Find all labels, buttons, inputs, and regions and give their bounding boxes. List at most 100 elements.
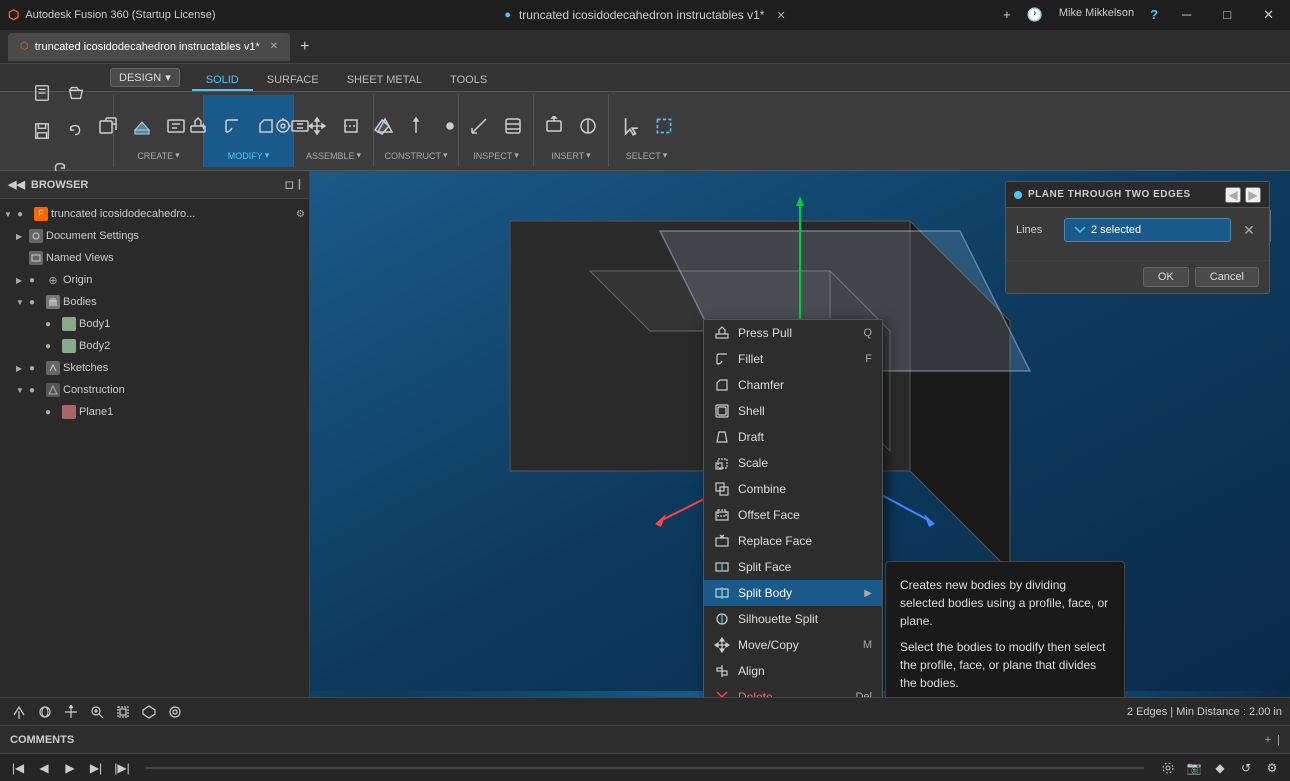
insert-decal-btn[interactable] [572,108,604,144]
modify-press-pull-btn[interactable] [182,108,214,144]
menu-item-shell[interactable]: Shell [704,398,882,424]
plane-lines-close-btn[interactable]: ✕ [1239,220,1259,240]
body2-eye-icon[interactable]: ● [45,341,59,352]
origin-eye-icon[interactable]: ● [29,275,43,286]
menu-item-fillet[interactable]: Fillet F [704,346,882,372]
comments-panel-btn[interactable]: | [1277,734,1280,746]
timeline-keyframe-btn[interactable]: ◆ [1210,758,1230,778]
timeline-gear-btn[interactable]: ⚙ [1262,758,1282,778]
plane-lines-select[interactable]: 2 selected [1064,218,1231,242]
assemble-section-btn[interactable] [335,108,367,144]
timeline-start-btn[interactable]: |◀ [8,758,28,778]
timeline-end-btn[interactable]: |▶| [112,758,132,778]
root-settings-icon[interactable]: ⚙ [296,209,305,220]
minimize-btn[interactable]: ─ [1174,7,1199,23]
plane1-eye-icon[interactable]: ● [45,407,59,418]
create-new-body-btn[interactable] [92,108,124,144]
sketches-eye-icon[interactable]: ● [29,363,43,374]
home-view-btn[interactable] [8,701,30,723]
insert-canvas-btn[interactable] [538,108,570,144]
help-btn[interactable]: ? [1150,7,1158,23]
create-extrude-btn[interactable] [126,108,158,144]
tab-close[interactable]: ✕ [270,41,278,52]
menu-item-replace-face[interactable]: Replace Face [704,528,882,554]
panel-next-btn[interactable]: ▶ [1245,187,1261,203]
timeline-track[interactable] [146,767,1144,769]
menu-item-align[interactable]: Align [704,658,882,684]
new-btn[interactable] [26,75,58,111]
tab-sheet-metal[interactable]: SHEET METAL [333,71,436,91]
browser-item-origin[interactable]: ▶ ● ⊕ Origin [0,269,309,291]
tab-tools[interactable]: TOOLS [436,71,501,91]
assemble-joint-btn[interactable] [267,108,299,144]
zoom-btn[interactable] [86,701,108,723]
browser-item-plane1[interactable]: ● Plane1 [0,401,309,423]
timeline-camera-btn[interactable]: 📷 [1184,758,1204,778]
browser-item-bodies[interactable]: ▼ ● Bodies [0,291,309,313]
menu-item-draft[interactable]: Draft [704,424,882,450]
assemble-move-btn[interactable] [301,108,333,144]
menu-item-chamfer[interactable]: Chamfer [704,372,882,398]
panel-prev-btn[interactable]: ◀ [1225,187,1241,203]
body1-eye-icon[interactable]: ● [45,319,59,330]
tab-surface[interactable]: SURFACE [253,71,333,91]
timeline-prev-btn[interactable]: ◀ [34,758,54,778]
browser-item-construction[interactable]: ▼ ● Construction [0,379,309,401]
construct-axis-btn[interactable] [400,108,432,144]
construction-eye-icon[interactable]: ● [29,385,43,396]
insert-label[interactable]: INSERT ▾ [551,150,590,161]
add-tab-btn[interactable]: + [294,38,315,56]
main-tab[interactable]: ⬡ truncated icosidodecahedron instructab… [8,33,290,61]
modify-fillet-btn[interactable] [216,108,248,144]
browser-collapse-icon[interactable]: ◻ [285,178,294,191]
menu-item-silhouette-split[interactable]: Silhouette Split [704,606,882,632]
open-btn[interactable] [60,75,92,111]
timeline-next-btn[interactable]: ▶| [86,758,106,778]
bodies-eye-icon[interactable]: ● [29,297,43,308]
menu-item-delete[interactable]: Delete Del [704,684,882,697]
history-btn[interactable]: 🕐 [1027,7,1043,23]
construct-plane-btn[interactable] [366,108,398,144]
root-eye-icon[interactable]: ● [17,209,31,220]
plane-cancel-btn[interactable]: Cancel [1195,267,1259,287]
browser-item-sketches[interactable]: ▶ ● Sketches [0,357,309,379]
select-arrow-btn[interactable] [614,108,646,144]
inspect-zebra-btn[interactable] [497,108,529,144]
comments-add-btn[interactable]: + [1265,734,1271,746]
browser-item-body1[interactable]: ● Body1 [0,313,309,335]
tab-close-btn[interactable]: ✕ [776,9,785,22]
browser-item-doc-settings[interactable]: ▶ Document Settings [0,225,309,247]
tab-solid[interactable]: SOLID [192,71,253,91]
fit-btn[interactable] [112,701,134,723]
menu-item-move-copy[interactable]: Move/Copy M [704,632,882,658]
timeline-play-btn[interactable]: ▶ [60,758,80,778]
menu-item-split-body[interactable]: Split Body ▶ [704,580,882,606]
display-settings-btn[interactable] [164,701,186,723]
browser-item-body2[interactable]: ● Body2 [0,335,309,357]
assemble-label[interactable]: ASSEMBLE ▾ [306,150,361,161]
browser-pin-icon[interactable]: | [298,178,301,191]
menu-item-offset-face[interactable]: Offset Face [704,502,882,528]
pan-btn[interactable] [60,701,82,723]
select-box-btn[interactable] [648,108,680,144]
timeline-loop-btn[interactable]: ↺ [1236,758,1256,778]
orbit-btn[interactable] [34,701,56,723]
menu-item-scale[interactable]: Scale [704,450,882,476]
close-btn[interactable]: ✕ [1255,7,1282,23]
maximize-btn[interactable]: □ [1215,7,1239,23]
undo-btn[interactable] [60,113,92,149]
menu-item-combine[interactable]: Combine [704,476,882,502]
menu-item-split-face[interactable]: Split Face [704,554,882,580]
inspect-label[interactable]: INSPECT ▾ [473,150,519,161]
browser-root[interactable]: ▼ ● F truncated icosidodecahedro... ⚙ [0,203,309,225]
browser-collapse-btn[interactable]: ◀◀ [8,178,25,191]
design-dropdown[interactable]: DESIGN ▾ [110,68,180,87]
view-cube-btn[interactable] [138,701,160,723]
menu-item-press-pull[interactable]: Press Pull Q [704,320,882,346]
select-label[interactable]: SELECT ▾ [626,150,668,161]
plane-ok-btn[interactable]: OK [1143,267,1189,287]
browser-item-named-views[interactable]: ▶ Named Views [0,247,309,269]
construct-label[interactable]: CONSTRUCT ▾ [384,150,447,161]
new-tab-btn[interactable]: + [1003,7,1011,23]
save-btn[interactable] [26,113,58,149]
